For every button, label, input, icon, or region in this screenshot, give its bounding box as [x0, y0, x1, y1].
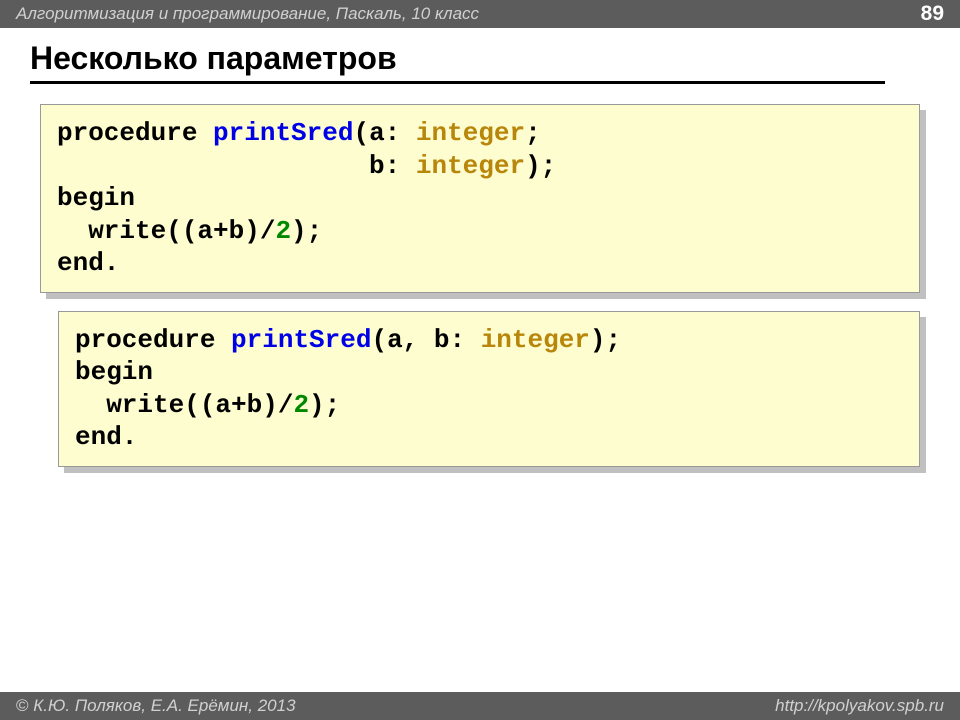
code-function-name: printSred — [231, 325, 371, 355]
code-text: b: — [57, 151, 416, 181]
header-bar: Алгоритмизация и программирование, Паска… — [0, 0, 960, 28]
code-type: integer — [416, 151, 525, 181]
code-text: ); — [291, 216, 322, 246]
copyright-icon: © — [16, 696, 29, 715]
code-number: 2 — [275, 216, 291, 246]
code-text: write((a+b)/ — [57, 216, 275, 246]
code-block-2: procedure printSred(a, b: integer); begi… — [58, 311, 920, 467]
code-text: ; — [525, 118, 541, 148]
authors-label: © К.Ю. Поляков, Е.А. Ерёмин, 2013 — [16, 696, 296, 716]
code-text: (a: — [353, 118, 415, 148]
code-text: ); — [309, 390, 340, 420]
footer-bar: © К.Ю. Поляков, Е.А. Ерёмин, 2013 http:/… — [0, 692, 960, 720]
title-section: Несколько параметров — [0, 28, 960, 90]
code-block-2-wrapper: procedure printSred(a, b: integer); begi… — [58, 311, 920, 467]
code-text: (a, b: — [371, 325, 480, 355]
page-title: Несколько параметров — [30, 40, 930, 79]
page-number: 89 — [921, 2, 944, 26]
code-text: write((a+b)/ — [75, 390, 293, 420]
code-text: end. — [75, 422, 137, 452]
code-function-name: printSred — [213, 118, 353, 148]
code-text: procedure — [57, 118, 213, 148]
url-label: http://kpolyakov.spb.ru — [775, 696, 944, 716]
code-text: begin — [57, 183, 135, 213]
code-text: ); — [590, 325, 621, 355]
code-text: begin — [75, 357, 153, 387]
title-underline — [30, 81, 885, 84]
code-block-1-wrapper: procedure printSred(a: integer; b: integ… — [40, 104, 920, 293]
code-text: end. — [57, 248, 119, 278]
code-number: 2 — [293, 390, 309, 420]
code-block-1: procedure printSred(a: integer; b: integ… — [40, 104, 920, 293]
course-label: Алгоритмизация и программирование, Паска… — [16, 4, 479, 24]
content-area: procedure printSred(a: integer; b: integ… — [0, 90, 960, 467]
code-text: ); — [525, 151, 556, 181]
code-type: integer — [416, 118, 525, 148]
code-text: procedure — [75, 325, 231, 355]
code-type: integer — [481, 325, 590, 355]
